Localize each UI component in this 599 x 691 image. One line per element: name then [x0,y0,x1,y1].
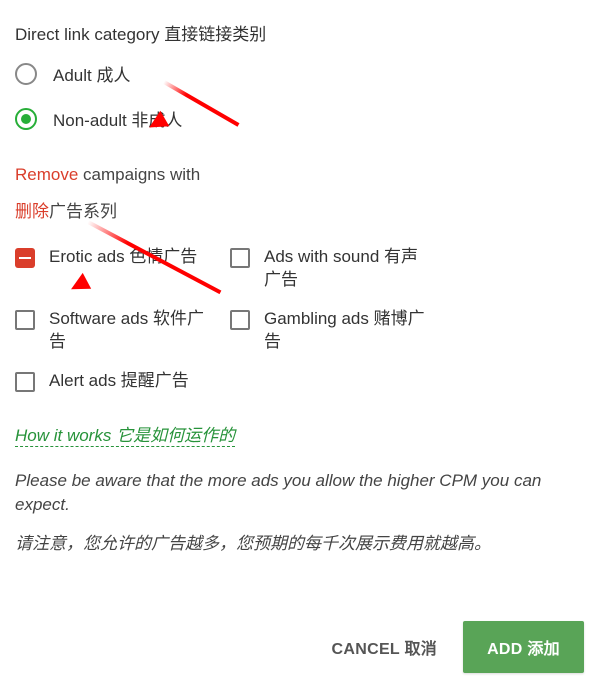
remove-heading-cn-rest: 广告系列 [49,202,117,221]
link-how-it-works[interactable]: How it works 它是如何运作的 [15,421,235,447]
notice-en: Please be aware that the more ads you al… [15,469,575,518]
radio-nonadult[interactable]: Non-adult 非成人 [15,106,584,131]
radio-label-nonadult: Non-adult 非成人 [53,106,182,131]
checkbox-label-alert: Alert ads 提醒广告 [49,370,189,393]
checkbox-label-erotic: Erotic ads 色情广告 [49,246,197,269]
radio-circle-checked-icon [15,108,37,130]
remove-heading-cn: 删除广告系列 [15,197,584,222]
dialog-button-bar: CANCEL 取消 ADD 添加 [332,621,584,673]
checkbox-label-gambling: Gambling ads 赌博广告 [264,308,430,354]
checkbox-label-software: Software ads 软件广告 [49,308,215,354]
remove-heading-rest: campaigns with [78,165,200,184]
checkbox-gambling-ads[interactable]: Gambling ads 赌博广告 [230,308,430,354]
remove-heading: Remove campaigns with [15,165,584,185]
checkbox-label-sound: Ads with sound 有声广告 [264,246,430,292]
notice-cn: 请注意，您允许的广告越多，您预期的每千次展示费用就越高。 [15,532,575,557]
section-title-direct-link-category: Direct link category 直接链接类别 [15,20,584,45]
radio-label-adult: Adult 成人 [53,61,130,86]
radio-adult[interactable]: Adult 成人 [15,61,584,86]
remove-heading-cn-prefix: 删除 [15,202,49,221]
checkbox-empty-icon [15,310,35,330]
add-button[interactable]: ADD 添加 [463,621,584,673]
checkbox-ads-with-sound[interactable]: Ads with sound 有声广告 [230,246,430,292]
checkbox-software-ads[interactable]: Software ads 软件广告 [15,308,215,354]
checkbox-alert-ads[interactable]: Alert ads 提醒广告 [15,370,430,393]
radio-group-category: Adult 成人 Non-adult 非成人 [15,61,584,131]
checkbox-erotic-ads[interactable]: Erotic ads 色情广告 [15,246,215,292]
cancel-button[interactable]: CANCEL 取消 [332,635,438,659]
checkbox-indeterminate-icon [15,248,35,268]
checkbox-empty-icon [15,372,35,392]
remove-heading-prefix: Remove [15,165,78,184]
radio-circle-icon [15,63,37,85]
checkbox-empty-icon [230,248,250,268]
checkbox-empty-icon [230,310,250,330]
checkbox-grid: Erotic ads 色情广告 Ads with sound 有声广告 Soft… [15,246,584,393]
